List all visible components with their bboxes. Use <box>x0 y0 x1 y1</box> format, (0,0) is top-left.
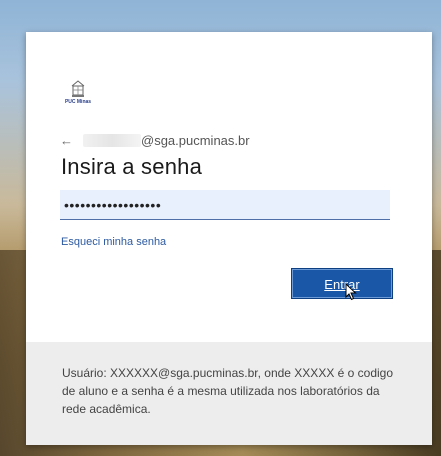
page-title: Insira a senha <box>61 154 202 179</box>
forgot-password-link[interactable]: Esqueci minha senha <box>61 236 166 248</box>
mouse-pointer-icon <box>345 282 359 301</box>
info-footer: Usuário: XXXXXX@sga.pucminas.br, onde XX… <box>26 342 432 445</box>
logo-text: PUC Minas <box>64 99 92 105</box>
arrow-left-icon[interactable]: ← <box>60 133 73 148</box>
puc-minas-crest-icon <box>70 80 86 98</box>
password-field[interactable]: •••••••••••••••••• <box>60 190 390 220</box>
puc-minas-logo: PUC Minas <box>58 80 98 110</box>
redacted-username <box>83 133 141 147</box>
email-suffix: @sga.pucminas.br <box>141 132 250 148</box>
password-value: •••••••••••••••••• <box>64 196 162 213</box>
signin-button[interactable]: Entrar <box>291 268 393 299</box>
footer-info-text: Usuário: XXXXXX@sga.pucminas.br, onde XX… <box>62 366 394 416</box>
account-identity: ← @sga.pucminas.br <box>60 131 250 149</box>
